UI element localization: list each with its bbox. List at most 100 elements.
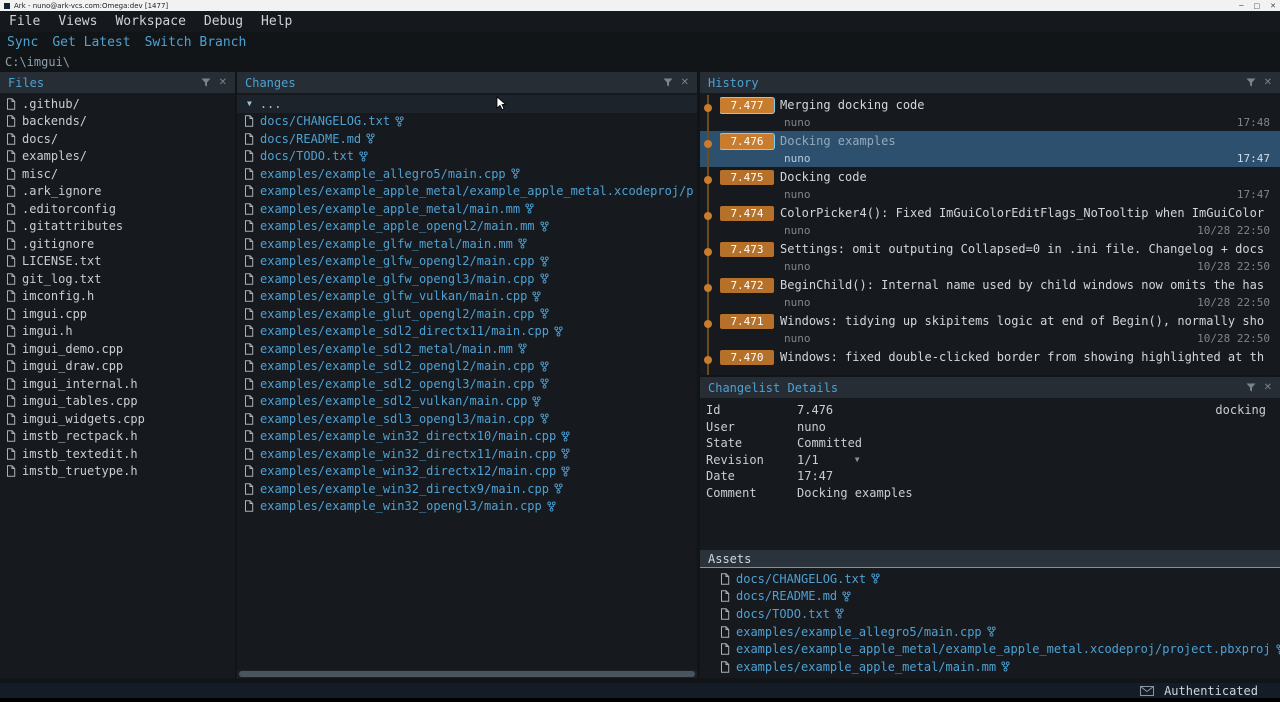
revision-badge[interactable]: 7.475 bbox=[720, 170, 774, 185]
changed-file-row[interactable]: examples/example_win32_directx9/main.cpp bbox=[237, 480, 697, 498]
changed-file-row[interactable]: examples/example_win32_directx10/main.cp… bbox=[237, 428, 697, 446]
toolbar-button[interactable]: Switch Branch bbox=[138, 35, 254, 50]
changed-file-row[interactable]: examples/example_sdl2_directx11/main.cpp bbox=[237, 323, 697, 341]
changed-file-row[interactable]: examples/example_sdl2_opengl2/main.cpp bbox=[237, 358, 697, 376]
file-tree-item[interactable]: imstb_truetype.h bbox=[0, 463, 235, 481]
changed-file-row[interactable]: examples/example_glfw_opengl2/main.cpp bbox=[237, 253, 697, 271]
menu-item[interactable]: File bbox=[0, 14, 49, 29]
commit-row[interactable]: 7.474 ColorPicker4(): Fixed ImGuiColorEd… bbox=[700, 203, 1280, 239]
changed-file-row[interactable]: examples/example_win32_directx11/main.cp… bbox=[237, 445, 697, 463]
asset-row[interactable]: examples/example_apple_metal/example_app… bbox=[700, 640, 1280, 658]
commit-row[interactable]: 7.477 Merging docking code nuno 17:48 bbox=[700, 95, 1280, 131]
commit-row[interactable]: 7.476 Docking examples nuno 17:47 bbox=[700, 131, 1280, 167]
changed-file-row[interactable]: examples/example_glfw_vulkan/main.cpp bbox=[237, 288, 697, 306]
changed-file-row[interactable]: docs/CHANGELOG.txt bbox=[237, 113, 697, 131]
file-tree-item[interactable]: LICENSE.txt bbox=[0, 253, 235, 271]
changes-root-row[interactable]: ▼ ... bbox=[237, 95, 697, 113]
changed-file-row[interactable]: examples/example_win32_opengl3/main.cpp bbox=[237, 498, 697, 516]
changed-file-row[interactable]: docs/README.md bbox=[237, 130, 697, 148]
filter-icon[interactable] bbox=[1244, 381, 1258, 395]
asset-row[interactable]: docs/CHANGELOG.txt bbox=[700, 570, 1280, 588]
filter-icon[interactable] bbox=[661, 76, 675, 90]
revision-badge[interactable]: 7.474 bbox=[720, 206, 774, 221]
file-tree-item[interactable]: imgui_draw.cpp bbox=[0, 358, 235, 376]
window-control-button[interactable]: ✕ bbox=[1270, 2, 1276, 10]
commit-message: Windows: fixed double-clicked border fro… bbox=[780, 350, 1264, 364]
folder-icon bbox=[6, 115, 16, 127]
chevron-down-icon[interactable]: ▼ bbox=[855, 455, 860, 464]
changed-file-row[interactable]: examples/example_sdl2_opengl3/main.cpp bbox=[237, 375, 697, 393]
changed-file-row[interactable]: examples/example_apple_metal/example_app… bbox=[237, 183, 697, 201]
filter-icon[interactable] bbox=[199, 76, 213, 90]
commit-row[interactable]: 7.473 Settings: omit outputing Collapsed… bbox=[700, 239, 1280, 275]
asset-row[interactable]: examples/example_apple_metal/main.mm bbox=[700, 658, 1280, 676]
file-tree-item[interactable]: git_log.txt bbox=[0, 270, 235, 288]
assets-section-header[interactable]: Assets bbox=[700, 550, 1280, 568]
file-tree-item[interactable]: imgui.h bbox=[0, 323, 235, 341]
file-tree-item[interactable]: docs/ bbox=[0, 130, 235, 148]
file-tree-item[interactable]: imgui_tables.cpp bbox=[0, 393, 235, 411]
asset-row[interactable]: docs/README.md bbox=[700, 588, 1280, 606]
revision-badge[interactable]: 7.471 bbox=[720, 314, 774, 329]
file-tree-item[interactable]: .gitignore bbox=[0, 235, 235, 253]
window-control-button[interactable]: ─ bbox=[1239, 2, 1243, 10]
file-tree-item[interactable]: misc/ bbox=[0, 165, 235, 183]
commit-row[interactable]: 7.475 Docking code nuno 17:47 bbox=[700, 167, 1280, 203]
file-tree-item[interactable]: imgui_demo.cpp bbox=[0, 340, 235, 358]
file-tree-item[interactable]: .github/ bbox=[0, 95, 235, 113]
menu-item[interactable]: Debug bbox=[195, 14, 252, 29]
close-icon[interactable]: ✕ bbox=[681, 77, 689, 88]
toolbar-button[interactable]: Get Latest bbox=[45, 35, 137, 50]
close-icon[interactable]: ✕ bbox=[1264, 77, 1272, 88]
changed-file-row[interactable]: examples/example_sdl3_opengl3/main.cpp bbox=[237, 410, 697, 428]
toolbar-button[interactable]: Sync bbox=[0, 35, 45, 50]
changed-file-row[interactable]: examples/example_allegro5/main.cpp bbox=[237, 165, 697, 183]
file-tree-item[interactable]: imgui_widgets.cpp bbox=[0, 410, 235, 428]
changed-file-row[interactable]: examples/example_glfw_metal/main.mm bbox=[237, 235, 697, 253]
changed-file-path: examples/example_sdl3_opengl3/main.cpp bbox=[260, 412, 535, 426]
close-icon[interactable]: ✕ bbox=[1264, 382, 1272, 393]
changed-file-row[interactable]: examples/example_glut_opengl2/main.cpp bbox=[237, 305, 697, 323]
changed-file-row[interactable]: examples/example_sdl2_metal/main.mm bbox=[237, 340, 697, 358]
menu-item[interactable]: Help bbox=[252, 14, 301, 29]
file-icon bbox=[6, 273, 16, 285]
commit-row[interactable]: 7.470 Windows: fixed double-clicked bord… bbox=[700, 347, 1280, 375]
changed-file-path: examples/example_win32_directx9/main.cpp bbox=[260, 482, 549, 496]
horizontal-scrollbar[interactable] bbox=[237, 670, 697, 678]
changed-file-row[interactable]: docs/TODO.txt bbox=[237, 148, 697, 166]
file-tree-item[interactable]: .ark_ignore bbox=[0, 183, 235, 201]
asset-row[interactable]: examples/example_allegro5/main.cpp bbox=[700, 623, 1280, 641]
revision-badge[interactable]: 7.476 bbox=[720, 134, 774, 149]
file-tree-item[interactable]: .gitattributes bbox=[0, 218, 235, 236]
chevron-down-icon[interactable]: ▼ bbox=[247, 99, 252, 108]
close-icon[interactable]: ✕ bbox=[219, 77, 227, 88]
changed-file-path: examples/example_glfw_vulkan/main.cpp bbox=[260, 289, 527, 303]
revision-badge[interactable]: 7.470 bbox=[720, 350, 774, 365]
commit-row[interactable]: 7.471 Windows: tidying up skipitems logi… bbox=[700, 311, 1280, 347]
revision-badge[interactable]: 7.477 bbox=[720, 98, 774, 113]
asset-row[interactable]: docs/TODO.txt bbox=[700, 605, 1280, 623]
file-tree-item[interactable]: .editorconfig bbox=[0, 200, 235, 218]
scrollbar-thumb[interactable] bbox=[239, 671, 695, 677]
commit-message: Docking code bbox=[780, 170, 867, 184]
changed-file-row[interactable]: examples/example_glfw_opengl3/main.cpp bbox=[237, 270, 697, 288]
field-label: Comment bbox=[706, 486, 797, 500]
changed-file-row[interactable]: examples/example_sdl2_vulkan/main.cpp bbox=[237, 393, 697, 411]
changed-file-row[interactable]: examples/example_apple_metal/main.mm bbox=[237, 200, 697, 218]
file-tree-item[interactable]: imstb_textedit.h bbox=[0, 445, 235, 463]
file-tree-item[interactable]: imstb_rectpack.h bbox=[0, 428, 235, 446]
commit-row[interactable]: 7.472 BeginChild(): Internal name used b… bbox=[700, 275, 1280, 311]
window-control-button[interactable]: □ bbox=[1254, 2, 1261, 10]
file-tree-item[interactable]: imgui_internal.h bbox=[0, 375, 235, 393]
file-tree-item[interactable]: imconfig.h bbox=[0, 288, 235, 306]
file-tree-item[interactable]: imgui.cpp bbox=[0, 305, 235, 323]
filter-icon[interactable] bbox=[1244, 76, 1258, 90]
menu-item[interactable]: Views bbox=[49, 14, 106, 29]
changed-file-row[interactable]: examples/example_win32_directx12/main.cp… bbox=[237, 463, 697, 481]
menu-item[interactable]: Workspace bbox=[106, 14, 194, 29]
revision-badge[interactable]: 7.473 bbox=[720, 242, 774, 257]
changed-file-row[interactable]: examples/example_apple_opengl2/main.mm bbox=[237, 218, 697, 236]
file-tree-item[interactable]: backends/ bbox=[0, 113, 235, 131]
revision-badge[interactable]: 7.472 bbox=[720, 278, 774, 293]
file-tree-item[interactable]: examples/ bbox=[0, 148, 235, 166]
